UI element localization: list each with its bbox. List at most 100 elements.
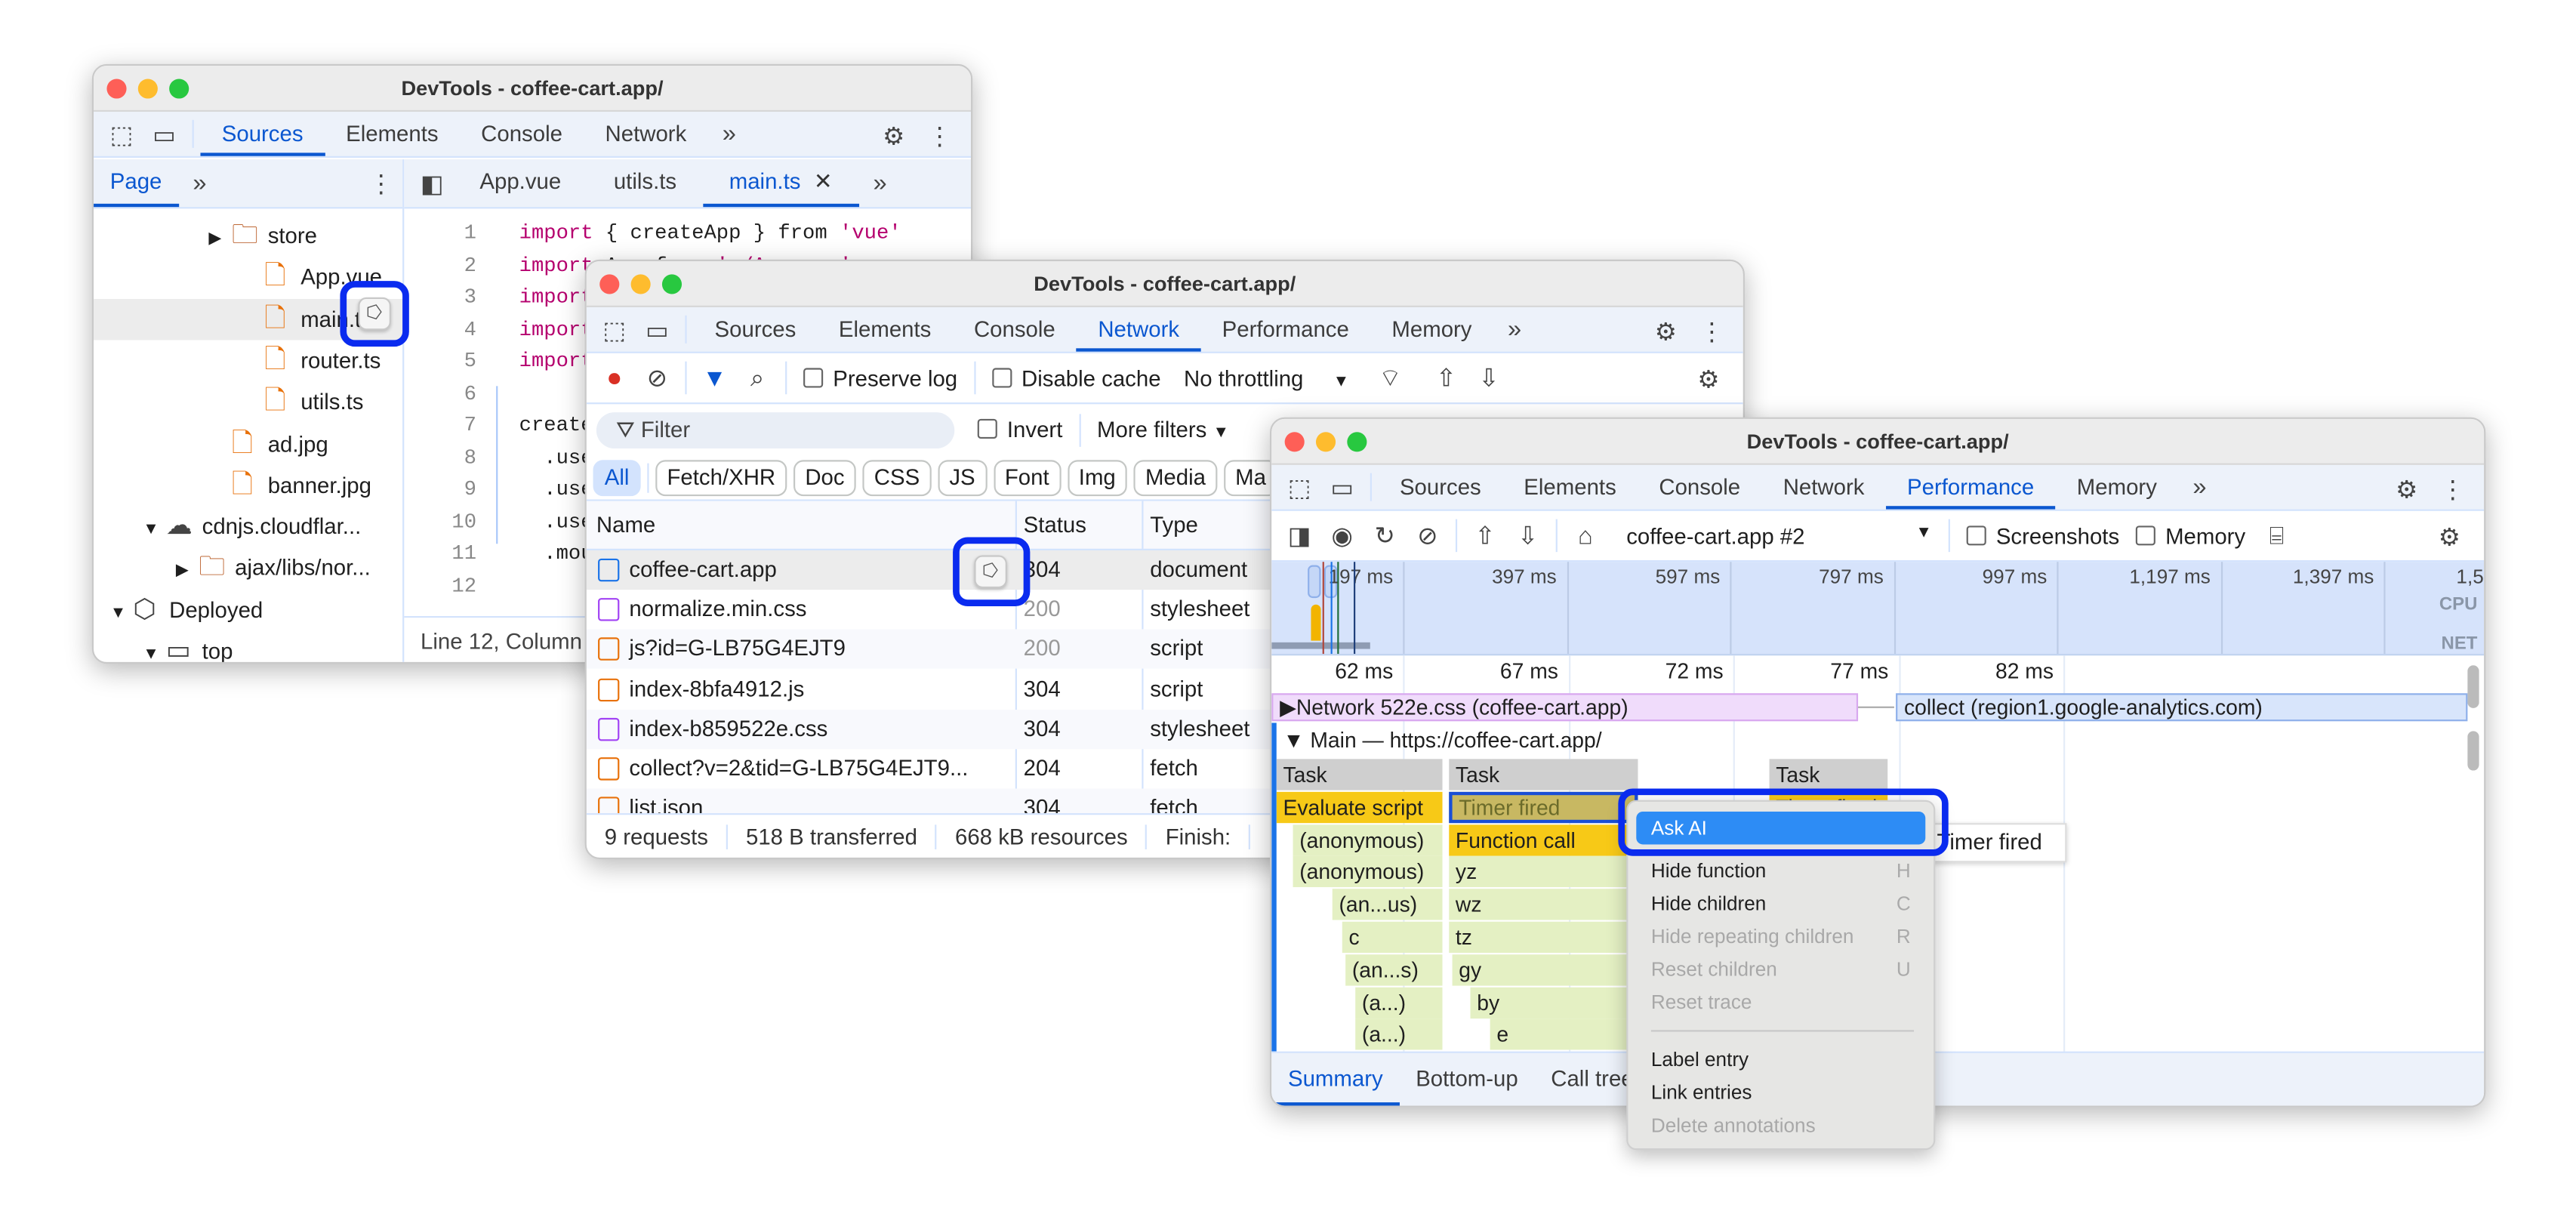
more-tabs-icon[interactable]: » [1493,307,1536,352]
code-line[interactable]: 1 import { createApp } from 'vue' [404,218,971,249]
tab-performance[interactable]: Performance [1885,465,2056,510]
device-toolbar-icon[interactable]: ▭ [143,112,186,156]
tab-memory[interactable]: Memory [2056,465,2179,510]
flame-entry[interactable]: tz [1449,921,1638,954]
file-tab[interactable]: App.vue [454,159,587,207]
flame-entry[interactable]: Timer fired [1449,791,1638,823]
tab-console[interactable]: Console [953,307,1077,352]
flame-entry[interactable]: c [1342,921,1443,954]
inspect-element-icon[interactable]: ⬚ [593,307,636,352]
expand-arrow-icon[interactable]: ▶ [208,218,231,259]
network-request-bar[interactable]: collect (region1.google-analytics.com) [1896,693,2468,722]
disable-cache-checkbox[interactable]: Disable cache [991,365,1161,390]
flame-entry[interactable]: (a...) [1355,1018,1443,1051]
column-name[interactable]: Name [596,501,655,550]
file-tab[interactable]: utils.ts [587,159,703,207]
expand-arrow-icon[interactable]: ▶ [176,551,199,592]
settings-icon[interactable]: ⚙ [872,122,915,151]
more-menu-icon[interactable]: ⋮ [1690,317,1733,347]
column-status[interactable]: Status [1024,501,1086,550]
zoom-button[interactable] [1347,432,1367,452]
recording-select[interactable]: coffee-cart.app #2 ▼ [1626,523,1932,548]
flame-entry[interactable]: Evaluate script [1276,791,1443,823]
flame-entry[interactable]: by [1470,986,1638,1018]
settings-icon[interactable]: ⚙ [2386,475,2429,504]
flame-entry[interactable]: (anonymous) [1293,824,1443,855]
more-tabs-icon[interactable]: » [2178,465,2221,510]
menu-item-hide-function[interactable]: Hide function H [1628,855,1934,888]
ask-ai-button[interactable]: ⭔ [358,297,391,331]
screenshots-checkbox[interactable]: Screenshots [1966,523,2119,548]
sidebar-toggle-icon[interactable]: ◨ [1278,521,1321,550]
record-icon[interactable]: ◉ [1321,521,1364,550]
memory-checkbox[interactable]: Memory [2135,523,2245,548]
minimize-button[interactable] [1315,432,1336,452]
more-tabs-icon[interactable]: » [178,159,221,207]
tree-item[interactable]: 🗋 utils.ts [94,381,402,422]
tab-summary[interactable]: Summary [1271,1053,1400,1106]
tree-item[interactable]: ▶ 🗀 store [94,215,402,256]
expand-arrow-icon[interactable]: ▼ [143,510,165,550]
tab-sources[interactable]: Sources [693,307,817,352]
flame-entry[interactable]: Function call [1449,824,1638,855]
tree-item[interactable]: ▶ 🗀 ajax/libs/nor... [94,547,402,588]
tab-network[interactable]: Network [1761,465,1885,510]
tab-sources[interactable]: Sources [1379,465,1502,510]
search-icon[interactable]: ⌕ [736,364,779,392]
close-button[interactable] [106,79,127,99]
export-har-icon[interactable]: ⇩ [1468,363,1511,393]
expand-arrow-icon[interactable]: ▼ [110,593,133,633]
tree-item[interactable]: ▼ ☁ cdnjs.cloudflar... [94,506,402,547]
more-menu-icon[interactable]: ⋮ [360,159,403,207]
main-track-header[interactable]: ▼ Main — https://coffee-cart.app/ [1277,723,2484,759]
tree-item[interactable]: ▼ ⬡ Deployed [94,590,402,630]
tree-item[interactable]: ▼ ▭ top [94,631,402,662]
ask-ai-button[interactable]: ⭔ [974,555,1007,589]
selection-handle-left[interactable] [1308,565,1321,599]
stop-recording-icon[interactable]: ⏺ [593,364,636,392]
preserve-log-checkbox[interactable]: Preserve log [803,365,957,390]
collapse-arrow-icon[interactable]: ▼ [1283,728,1304,753]
flame-entry[interactable]: Task [1276,759,1443,790]
flame-entry[interactable]: Task [1449,759,1638,790]
device-toolbar-icon[interactable]: ▭ [1321,465,1364,510]
tree-item[interactable]: 🗋 banner.jpg [94,464,402,505]
load-profile-icon[interactable]: ⇧ [1464,521,1507,550]
flame-entry[interactable]: Task [1769,759,1888,790]
network-settings-icon[interactable]: ⚙ [1687,365,1730,394]
network-request-bar[interactable]: ▶Network 522e.css (coffee-cart.app) [1271,693,1859,722]
scrollbar[interactable] [2467,731,2479,771]
expand-arrow-icon[interactable]: ▶ [1280,695,1296,720]
menu-item-hide-children[interactable]: Hide children C [1628,887,1934,920]
garbage-collect-icon[interactable]: ⌸ [2255,522,2298,550]
tab-elements[interactable]: Elements [325,112,460,156]
inspect-element-icon[interactable]: ⬚ [100,112,143,156]
tab-memory[interactable]: Memory [1370,307,1493,352]
minimize-button[interactable] [137,79,158,99]
tab-performance[interactable]: Performance [1200,307,1370,352]
filter-chip-all[interactable]: All [593,459,641,496]
flame-entry[interactable]: e [1490,1018,1638,1051]
file-tab[interactable]: main.ts ✕ [702,159,859,208]
tab-elements[interactable]: Elements [1502,465,1638,510]
clear-icon[interactable]: ⊘ [1407,521,1450,550]
timeline-overview[interactable]: CPU NET 197 ms 397 ms 597 ms 797 ms 997 ms 1,… [1271,562,2484,656]
network-conditions-icon[interactable]: ⌔ [1369,362,1412,393]
scrollbar[interactable] [2467,665,2479,708]
close-button[interactable] [599,274,620,294]
more-menu-icon[interactable]: ⋮ [918,122,961,151]
flame-entry[interactable]: gy [1452,954,1638,986]
capture-settings-icon[interactable]: ⚙ [2428,522,2471,552]
toggle-navigator-icon[interactable]: ◧ [411,159,454,207]
flame-entry[interactable]: (a...) [1355,986,1443,1018]
column-type[interactable]: Type [1150,501,1198,550]
throttling-select[interactable]: No throttling ▼ [1184,365,1349,390]
settings-icon[interactable]: ⚙ [1644,317,1687,347]
minimize-button[interactable] [630,274,651,294]
filter-chip-media[interactable]: Media [1133,459,1218,496]
home-icon[interactable]: ⌂ [1564,522,1607,550]
zoom-button[interactable] [169,79,190,99]
more-filters-dropdown[interactable]: More filters ▼ [1097,418,1229,442]
flame-entry[interactable]: yz [1449,856,1638,888]
device-toolbar-icon[interactable]: ▭ [636,307,679,352]
